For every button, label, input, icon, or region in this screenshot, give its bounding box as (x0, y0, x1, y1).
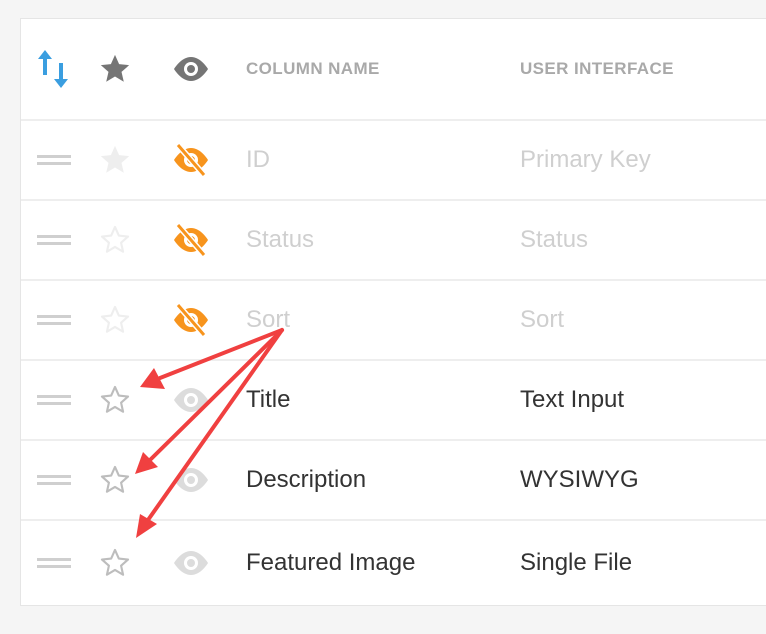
table-header: COLUMN NAME USER INTERFACE (21, 19, 766, 121)
user-interface: Primary Key (520, 146, 651, 173)
table-row: Sort Sort (21, 281, 766, 361)
star-icon[interactable] (97, 143, 133, 177)
column-name: Sort (246, 306, 291, 333)
column-name: Description (246, 466, 367, 493)
star-icon (100, 54, 130, 82)
table-row: Status Status (21, 201, 766, 281)
eye-icon[interactable] (172, 467, 210, 493)
table-row: Description WYSIWYG (21, 441, 766, 521)
eye-icon (174, 57, 208, 81)
star-outline-icon[interactable] (97, 546, 133, 580)
drag-handle-icon[interactable] (37, 394, 71, 406)
eye-off-icon[interactable] (172, 223, 210, 257)
column-name: ID (246, 146, 270, 173)
columns-panel: COLUMN NAME USER INTERFACE ID Primary Ke… (20, 18, 766, 606)
user-interface: Sort (520, 306, 565, 333)
sort-arrows-icon[interactable] (37, 49, 71, 89)
star-outline-icon[interactable] (97, 223, 133, 257)
star-outline-icon[interactable] (97, 463, 133, 497)
drag-handle-icon[interactable] (37, 154, 71, 166)
eye-off-icon[interactable] (172, 143, 210, 177)
user-interface-header: USER INTERFACE (520, 59, 674, 78)
header-star (87, 19, 143, 119)
user-interface: Text Input (520, 386, 625, 413)
table-row: ID Primary Key (21, 121, 766, 201)
star-outline-icon[interactable] (97, 383, 133, 417)
drag-handle-icon[interactable] (37, 314, 71, 326)
column-name-header: COLUMN NAME (246, 59, 380, 78)
star-outline-icon[interactable] (97, 303, 133, 337)
eye-off-icon[interactable] (172, 303, 210, 337)
drag-handle-icon[interactable] (37, 557, 71, 569)
eye-icon[interactable] (172, 550, 210, 576)
eye-icon[interactable] (172, 387, 210, 413)
column-name: Featured Image (246, 549, 416, 576)
table-row: Featured Image Single File (21, 521, 766, 605)
table-row: Title Text Input (21, 361, 766, 441)
column-name: Status (246, 226, 315, 253)
user-interface: Status (520, 226, 589, 253)
drag-handle-icon[interactable] (37, 474, 71, 486)
sort-toggle[interactable] (21, 19, 87, 119)
column-name: Title (246, 386, 291, 413)
user-interface: Single File (520, 549, 633, 576)
drag-handle-icon[interactable] (37, 234, 71, 246)
user-interface: WYSIWYG (520, 466, 639, 493)
header-visibility (163, 19, 219, 119)
